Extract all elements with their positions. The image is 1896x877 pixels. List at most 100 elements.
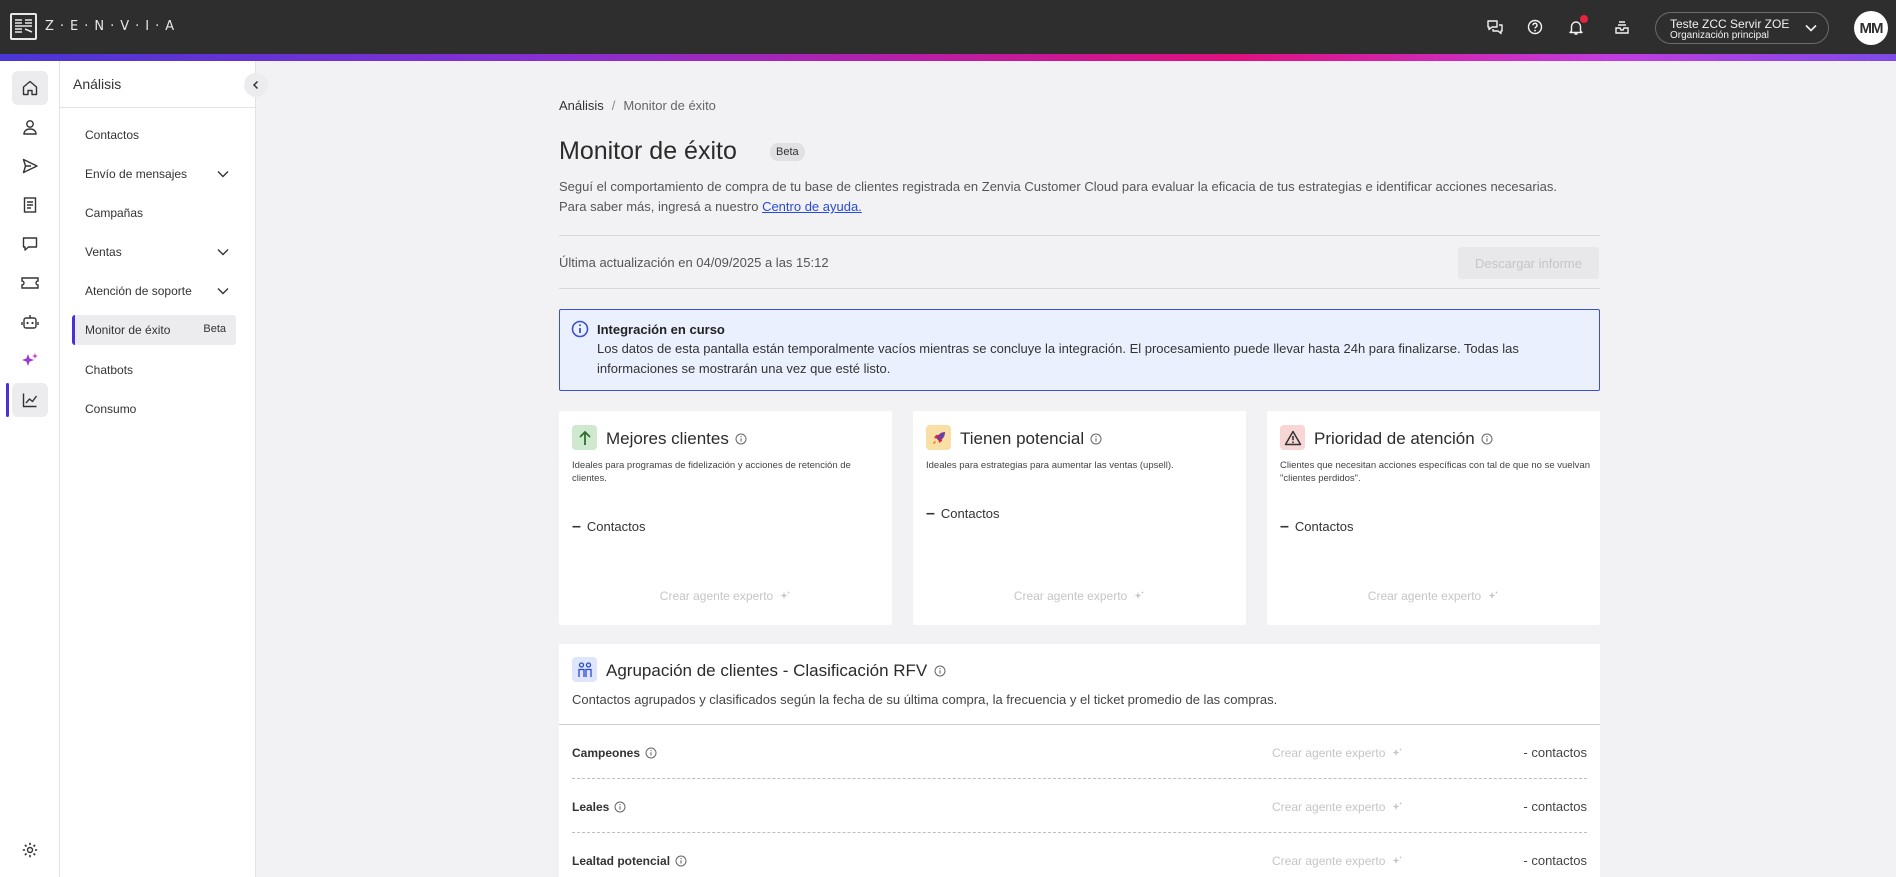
organization-switcher[interactable]: Teste ZCC Servir ZOE Organización princi… [1655,12,1829,44]
segment-name: Leales [572,800,626,814]
rocket-icon [926,425,951,450]
org-name: Teste ZCC Servir ZOE [1670,17,1790,31]
info-icon [571,320,589,338]
rfv-section: Agrupación de clientes - Clasificación R… [559,644,1600,877]
subnav-item-chatbots[interactable]: Chatbots [72,355,236,385]
chat-icon[interactable] [1482,14,1508,40]
collapse-sidebar-button[interactable] [244,73,268,97]
sparkles-icon [1391,801,1403,813]
rail-contacts[interactable] [12,110,48,144]
inbox-icon[interactable] [1609,14,1635,40]
card-value-label: Contactos [940,506,1000,521]
info-icon[interactable] [1481,433,1493,445]
divider [559,235,1600,236]
card-title: Prioridad de atención [1314,429,1493,449]
rail-send[interactable] [12,149,48,183]
subnav-item-label: Envío de mensajes [85,167,188,181]
info-icon[interactable] [934,665,946,677]
chevron-down-icon [216,246,230,258]
card-value: – Contactos [926,505,1000,521]
beta-badge: Beta [203,323,226,335]
page-description: Seguí el comportamiento de compra de tu … [559,177,1619,217]
card-title-text: Tienen potencial [960,429,1085,448]
card-prioridad-atencion: Prioridad de atención Clientes que neces… [1267,411,1600,625]
info-icon[interactable] [735,433,747,445]
subnav-item-label: Monitor de éxito [85,323,171,337]
rail-ai[interactable] [12,344,48,378]
cta-label: Crear agente experto [659,589,774,603]
icon-rail [0,61,60,877]
subnav-item-envio-mensajes[interactable]: Envío de mensajes [72,159,236,189]
card-description: Clientes que necesitan acciones específi… [1280,460,1591,484]
zenvia-logo[interactable]: Z·E·N·V·I·A [10,13,180,40]
top-bar: Z·E·N·V·I·A Teste ZCC Servir ZOE Organiz… [0,0,1896,54]
card-title-text: Prioridad de atención [1314,429,1475,448]
sparkles-icon [1133,590,1145,602]
subnav-item-atencion-soporte[interactable]: Atención de soporte [72,276,236,306]
card-value-label: Contactos [1294,519,1354,534]
rail-templates[interactable] [12,188,48,222]
card-mejores-clientes: Mejores clientes Ideales para programas … [559,411,892,625]
chevron-down-icon [216,168,230,180]
subnav-item-consumo[interactable]: Consumo [72,394,236,424]
user-avatar[interactable]: MM [1854,11,1888,45]
create-expert-agent-button[interactable]: Crear agente experto [913,589,1246,603]
analytics-subnav: Análisis Contactos Envío de mensajes Cam… [60,61,268,877]
card-tienen-potencial: Tienen potencial Ideales para estrategia… [913,411,1246,625]
create-expert-agent-button[interactable]: Crear agente experto [559,589,892,603]
subnav-item-contactos[interactable]: Contactos [72,120,236,150]
card-title: Tienen potencial [960,429,1102,449]
send-icon [21,157,39,175]
beta-badge: Beta [770,143,805,161]
card-description: Ideales para programas de fidelización y… [572,460,851,484]
rail-tickets[interactable] [12,266,48,300]
subnav-item-ventas[interactable]: Ventas [72,237,236,267]
create-expert-agent-button[interactable]: Crear agente experto [1272,854,1403,868]
subnav-item-label: Ventas [85,245,122,259]
gear-icon [21,841,39,859]
alert-title: Integración en curso [597,322,725,337]
info-icon[interactable] [1090,433,1102,445]
empty-value-dash: – [1280,517,1289,535]
ticket-icon [20,275,40,291]
info-icon[interactable] [614,801,626,813]
rail-settings[interactable] [12,833,48,867]
info-icon[interactable] [645,747,657,759]
robot-icon [20,313,40,331]
main-content: Análisis / Monitor de éxito Monitor de é… [257,61,1896,877]
divider [559,288,1600,289]
breadcrumb-root[interactable]: Análisis [559,98,604,113]
empty-value-dash: – [572,517,581,535]
rail-conversations[interactable] [12,227,48,261]
rfv-title: Agrupación de clientes - Clasificación R… [606,661,946,681]
cta-label: Crear agente experto [1272,746,1386,760]
logo-mark-icon [10,13,37,40]
card-title-text: Mejores clientes [606,429,729,448]
last-updated-text: Última actualización en 04/09/2025 a las… [559,255,829,270]
description-line-2: Para saber más, ingresá a nuestro [559,199,763,214]
bell-icon[interactable] [1563,14,1589,40]
help-icon[interactable] [1522,14,1548,40]
notification-dot [1580,15,1588,23]
breadcrumb: Análisis / Monitor de éxito [559,98,716,113]
subnav-item-monitor-exito[interactable]: Monitor de éxito Beta [72,315,236,345]
page-title: Monitor de éxito [559,137,737,165]
download-report-button[interactable]: Descargar informe [1458,247,1599,279]
cta-label: Crear agente experto [1272,800,1386,814]
chevron-left-icon [251,80,261,90]
rail-bots[interactable] [12,305,48,339]
arrow-up-icon [572,425,597,450]
create-expert-agent-button[interactable]: Crear agente experto [1267,589,1600,603]
subnav-item-label: Consumo [85,402,137,416]
alert-text: Los datos de esta pantalla están tempora… [597,341,1519,376]
rail-home[interactable] [12,71,48,105]
breadcrumb-current: Monitor de éxito [623,98,716,113]
create-expert-agent-button[interactable]: Crear agente experto [1272,800,1403,814]
rail-analytics[interactable] [12,383,48,417]
warning-icon [1280,425,1305,450]
create-expert-agent-button[interactable]: Crear agente experto [1272,746,1403,760]
help-center-link[interactable]: Centro de ayuda. [762,199,862,214]
subnav-divider [60,107,256,108]
info-icon[interactable] [675,855,687,867]
subnav-item-campanas[interactable]: Campañas [72,198,236,228]
